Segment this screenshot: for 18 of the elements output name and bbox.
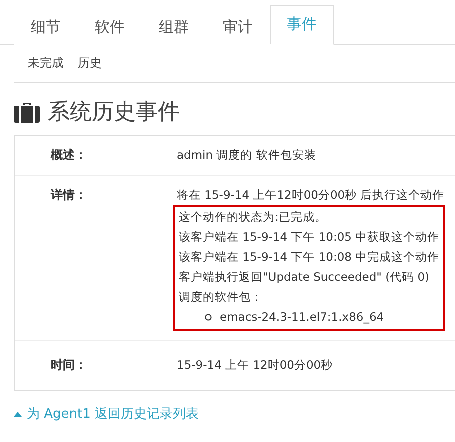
field-value: 该客户端在 15-9-14 下午 10:05 中获取这个动作	[178, 229, 441, 246]
field-value: 调度的软件包：	[178, 289, 264, 306]
field-value: 15-9-14 上午 12时00分00秒	[176, 357, 334, 374]
package-name: emacs-24.3-11.el7:1.x86_64	[220, 309, 384, 326]
field-value: 这个动作的状态为:已完成。	[178, 209, 328, 226]
briefcase-icon	[14, 101, 40, 123]
field-label: 详情：	[50, 187, 88, 204]
field-value: 客户端执行返回"Update Succeeded" (代码 0)	[178, 269, 431, 286]
field-label: 概述：	[50, 147, 88, 164]
field-value: 该客户端在 15-9-14 下午 10:08 中完成这个动作	[178, 249, 441, 266]
subtab[interactable]: 未完成	[28, 55, 64, 72]
caret-up-icon	[14, 411, 22, 417]
field-label: 时间：	[50, 357, 88, 374]
bullet-icon	[205, 314, 212, 320]
subtab[interactable]: 历史	[78, 55, 102, 72]
page-heading: 系统历史事件	[48, 99, 180, 127]
field-value: 将在 15-9-14 上午12时00分00秒 后执行这个动作	[176, 187, 446, 204]
field-value: admin 调度的 软件包安装	[176, 147, 318, 164]
